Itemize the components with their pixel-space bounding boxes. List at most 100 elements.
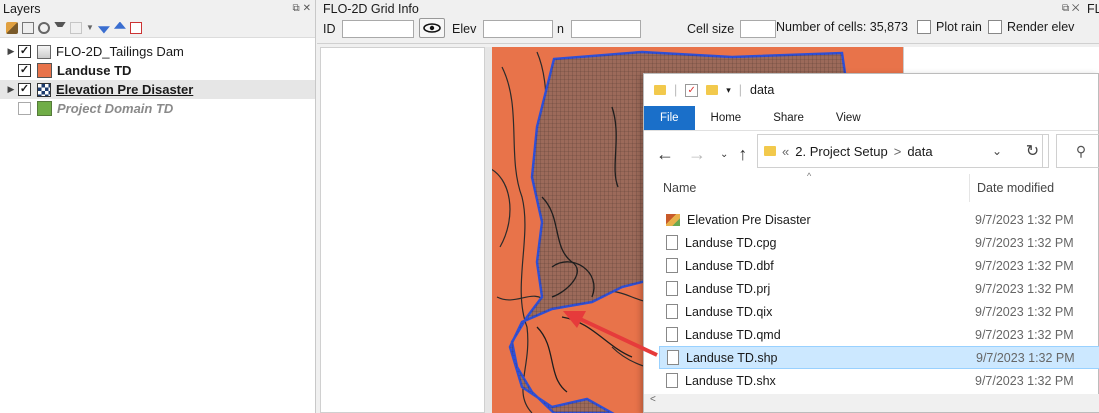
back-arrow-icon[interactable]: ← xyxy=(656,144,674,165)
quick-access-dropdown-icon[interactable]: ▾ xyxy=(726,85,731,96)
folder-icon xyxy=(764,146,776,156)
file-date: 9/7/2023 1:32 PM xyxy=(975,373,1074,388)
cell-size-field: Cell size xyxy=(687,20,777,38)
file-row[interactable]: Landuse TD.qmd 9/7/2023 1:32 PM xyxy=(659,323,1099,346)
layer-checkbox[interactable]: ✓ xyxy=(18,64,31,77)
breadcrumb-prefix[interactable]: « xyxy=(782,144,789,159)
file-row[interactable]: Landuse TD.cpg 9/7/2023 1:32 PM xyxy=(659,231,1099,254)
grid-info-title: FLO-2D Grid Info xyxy=(323,2,419,16)
tab-share[interactable]: Share xyxy=(757,106,820,130)
file-explorer-window: | ✓ ▾ | data File Home Share View ← → ⌄ … xyxy=(643,73,1099,413)
breadcrumb-parent[interactable]: 2. Project Setup xyxy=(795,144,888,159)
layer-checkbox[interactable]: ✓ xyxy=(18,83,31,96)
file-date: 9/7/2023 1:32 PM xyxy=(976,350,1075,365)
add-group-icon[interactable] xyxy=(22,21,34,34)
render-elev-option[interactable]: Render elev xyxy=(988,20,1074,34)
layer-label: FLO-2D_Tailings Dam xyxy=(56,44,184,59)
breadcrumb-current[interactable]: data xyxy=(907,144,932,159)
num-cells-label: Number of cells: 35,873 xyxy=(776,20,909,34)
breadcrumb-separator[interactable]: > xyxy=(894,144,902,159)
id-input[interactable] xyxy=(341,20,414,38)
file-icon xyxy=(667,350,679,365)
new-folder-icon[interactable] xyxy=(706,85,719,95)
layers-title-text: Layers xyxy=(3,2,41,16)
refresh-icon[interactable]: ↻ xyxy=(1017,134,1049,168)
collapse-all-icon[interactable] xyxy=(113,21,126,29)
expand-arrow-icon[interactable]: ▶ xyxy=(4,84,18,95)
search-icon[interactable]: ⚲ xyxy=(1056,134,1099,168)
scroll-left-icon[interactable]: < xyxy=(650,394,656,405)
layer-label: Elevation Pre Disaster xyxy=(56,82,194,97)
eye-button[interactable] xyxy=(419,18,445,38)
column-name[interactable]: Name xyxy=(663,181,696,195)
forward-arrow-icon[interactable]: → xyxy=(688,144,706,165)
file-row-selected[interactable]: Landuse TD.shp 9/7/2023 1:32 PM xyxy=(659,346,1099,369)
side-panel-title: FLC xyxy=(1087,2,1099,16)
file-name: Landuse TD.shx xyxy=(685,373,776,388)
layers-panel: Layers ⧉ ✕ ▼ ▶ ✓ FLO-2D_Tailings Dam ✓ L… xyxy=(0,0,316,413)
elev-label: Elev xyxy=(452,22,477,36)
up-arrow-icon[interactable]: ↑ xyxy=(738,144,747,165)
layer-tree: ▶ ✓ FLO-2D_Tailings Dam ✓ Landuse TD ▶ ✓… xyxy=(0,38,315,118)
file-date: 9/7/2023 1:32 PM xyxy=(975,258,1074,273)
cell-size-input[interactable] xyxy=(740,20,777,38)
raster-icon xyxy=(37,82,51,97)
layers-panel-title: Layers ⧉ ✕ xyxy=(0,0,315,18)
address-bar[interactable]: « 2. Project Setup > data ⌄ xyxy=(757,134,1043,168)
file-row[interactable]: Landuse TD.qix 9/7/2023 1:32 PM xyxy=(659,300,1099,323)
filter-icon[interactable] xyxy=(54,21,66,34)
layer-item-elevation[interactable]: ▶ ✓ Elevation Pre Disaster xyxy=(0,80,315,99)
render-elev-checkbox[interactable] xyxy=(988,20,1002,34)
folder-icon xyxy=(654,85,666,95)
layer-checkbox[interactable] xyxy=(18,102,31,115)
tab-home[interactable]: Home xyxy=(695,106,758,130)
n-input[interactable] xyxy=(570,20,641,38)
file-row[interactable]: Landuse TD.dbf 9/7/2023 1:32 PM xyxy=(659,254,1099,277)
layer-item-project-domain[interactable]: Project Domain TD xyxy=(0,99,315,118)
properties-icon[interactable]: ✓ xyxy=(685,83,699,97)
layer-item-tailings-dam[interactable]: ▶ ✓ FLO-2D_Tailings Dam xyxy=(0,42,315,61)
elev-input[interactable] xyxy=(483,20,554,38)
eye-manage-icon[interactable] xyxy=(38,21,50,34)
file-date: 9/7/2023 1:32 PM xyxy=(975,327,1074,342)
dropdown-arrow-icon[interactable]: ▼ xyxy=(86,23,94,32)
eye-icon[interactable] xyxy=(419,18,445,38)
n-field: n xyxy=(557,20,641,38)
panel-controls[interactable]: ⧉ ✕ xyxy=(292,3,311,14)
layer-label: Project Domain TD xyxy=(57,101,174,116)
expand-all-icon[interactable] xyxy=(97,26,110,34)
close-panel-icon[interactable]: ✕ xyxy=(303,3,311,14)
elev-field: Elev xyxy=(452,20,554,38)
file-row[interactable]: Landuse TD.shx 9/7/2023 1:32 PM xyxy=(659,369,1099,392)
column-date-modified[interactable]: Date modified xyxy=(977,181,1054,195)
tab-file[interactable]: File xyxy=(644,106,695,130)
panel-controls[interactable]: ⧉ ✕ xyxy=(1062,3,1080,14)
id-field: ID xyxy=(323,20,414,38)
plot-rain-label: Plot rain xyxy=(936,20,982,34)
expand-arrow-icon[interactable]: ▶ xyxy=(4,46,18,57)
filter-expression-icon[interactable] xyxy=(70,21,82,34)
layer-checkbox[interactable]: ✓ xyxy=(18,45,31,58)
layer-item-landuse[interactable]: ✓ Landuse TD xyxy=(0,61,315,80)
style-brush-icon[interactable] xyxy=(6,21,18,34)
horizontal-scrollbar[interactable]: < xyxy=(644,394,1099,412)
file-date: 9/7/2023 1:32 PM xyxy=(975,304,1074,319)
file-icon xyxy=(666,327,678,342)
polygon-swatch-icon xyxy=(37,101,52,116)
file-row[interactable]: Elevation Pre Disaster 9/7/2023 1:32 PM xyxy=(659,208,1099,231)
file-name: Landuse TD.dbf xyxy=(685,258,774,273)
file-date: 9/7/2023 1:32 PM xyxy=(975,235,1074,250)
plot-rain-option[interactable]: Plot rain xyxy=(917,20,982,34)
file-row[interactable]: Landuse TD.prj 9/7/2023 1:32 PM xyxy=(659,277,1099,300)
recent-locations-icon[interactable]: ⌄ xyxy=(720,149,728,160)
remove-layer-icon[interactable] xyxy=(129,21,142,34)
plot-rain-checkbox[interactable] xyxy=(917,20,931,34)
address-dropdown-icon[interactable]: ⌄ xyxy=(992,144,1002,158)
file-name: Elevation Pre Disaster xyxy=(687,212,811,227)
qgis-window: Layers ⧉ ✕ ▼ ▶ ✓ FLO-2D_Tailings Dam ✓ L… xyxy=(0,0,1099,413)
tab-view[interactable]: View xyxy=(820,106,877,130)
file-icon xyxy=(666,304,678,319)
file-icon xyxy=(666,235,678,250)
explorer-ribbon: File Home Share View xyxy=(644,106,1098,130)
float-panel-icon[interactable]: ⧉ xyxy=(292,3,299,14)
